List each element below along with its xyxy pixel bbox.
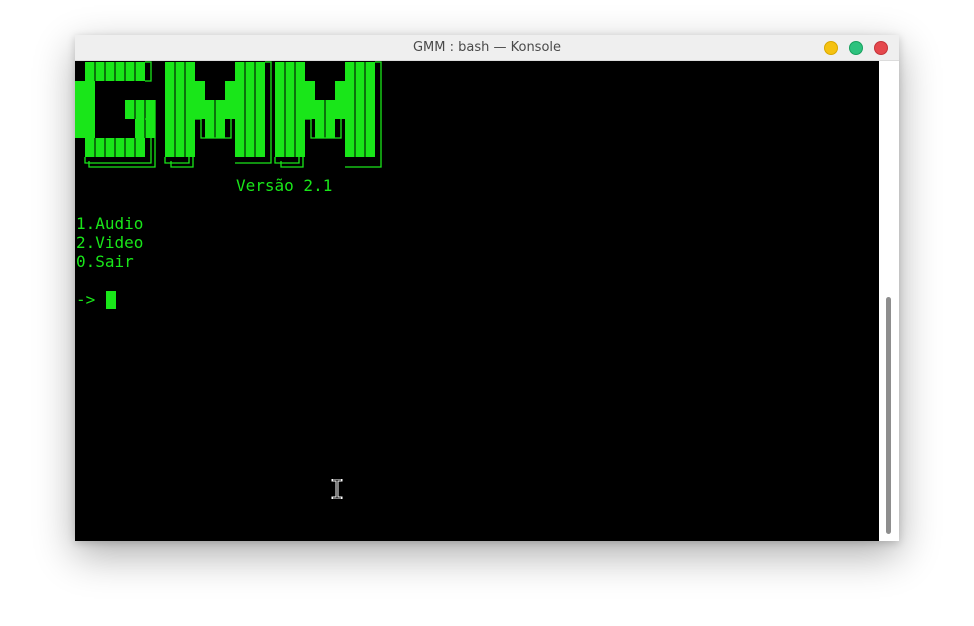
maximize-icon[interactable]	[849, 41, 863, 55]
gmm-ascii-banner	[75, 61, 382, 168]
window-title: GMM : bash — Konsole	[412, 40, 562, 55]
scrollbar-thumb[interactable]	[886, 297, 891, 534]
menu-option-exit: 0.Sair	[76, 252, 134, 271]
terminal-cursor	[106, 291, 116, 309]
version-text: Versão 2.1	[236, 176, 333, 195]
terminal-area[interactable]: Versão 2.1 1.Audio 2.Video 0.Sair ->	[75, 61, 879, 541]
vertical-scrollbar[interactable]	[879, 61, 899, 541]
title-bar[interactable]: GMM : bash — Konsole	[75, 35, 899, 61]
menu-option-audio: 1.Audio	[76, 214, 144, 233]
minimize-icon[interactable]	[824, 41, 838, 55]
command-prompt[interactable]: ->	[76, 290, 95, 309]
menu-option-video: 2.Video	[76, 233, 144, 252]
i-beam-cursor-icon	[331, 479, 343, 499]
close-icon[interactable]	[874, 41, 888, 55]
konsole-window: GMM : bash — Konsole Versão 2.1 1.Audio …	[75, 35, 899, 541]
